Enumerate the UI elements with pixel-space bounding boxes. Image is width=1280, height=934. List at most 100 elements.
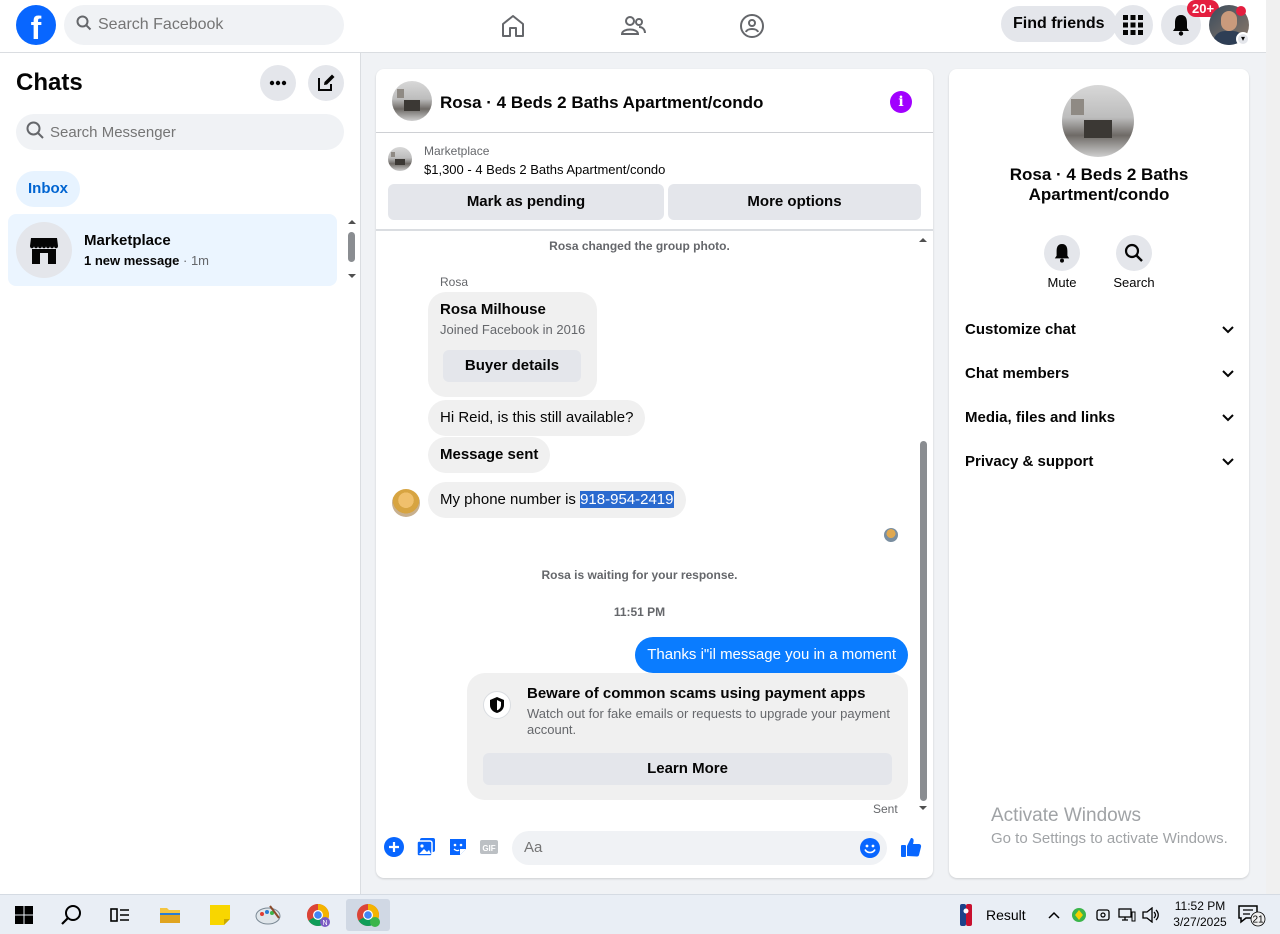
messenger-search-box[interactable] <box>16 114 344 150</box>
sticky-notes-icon[interactable] <box>200 899 240 931</box>
chrome-active-icon[interactable] <box>346 899 390 931</box>
groups-icon[interactable] <box>736 10 768 42</box>
menu-grid-button[interactable] <box>1113 5 1153 45</box>
customize-chat-section[interactable]: Customize chat <box>965 321 1235 345</box>
security-status-icon[interactable] <box>1069 899 1089 931</box>
buyer-name: Rosa Milhouse <box>440 301 546 318</box>
taskbar-clock[interactable]: 11:52 PM 3/27/2025 <box>1172 898 1228 930</box>
phone-number-selection[interactable]: 918-954-2419 <box>580 491 674 508</box>
facebook-logo[interactable]: f <box>16 5 56 45</box>
device-icon[interactable] <box>1093 899 1113 931</box>
plus-icon[interactable] <box>384 837 404 857</box>
top-navigation-bar: f Find friends 20+ ▾ <box>0 0 1266 53</box>
bell-icon <box>1054 244 1070 263</box>
incoming-message[interactable]: Message sent <box>428 437 551 473</box>
chats-options-button[interactable] <box>260 65 296 101</box>
gif-icon[interactable]: GIF <box>479 837 499 857</box>
listing-label: Marketplace <box>424 144 490 158</box>
incoming-message-phone[interactable]: My phone number is 918-954-2419 <box>428 482 686 518</box>
chevron-down-icon <box>1221 367 1235 385</box>
search-icon[interactable] <box>52 899 92 931</box>
waiting-notice: Rosa is waiting for your response. <box>541 568 738 582</box>
scam-warning-card: Beware of common scams using payment app… <box>467 673 908 800</box>
search-conversation-button[interactable] <box>1116 235 1152 271</box>
chats-title: Chats <box>16 69 83 96</box>
grid-icon <box>1123 15 1143 35</box>
mark-as-pending-button[interactable]: Mark as pending <box>388 184 664 220</box>
details-avatar[interactable] <box>1062 85 1134 157</box>
facebook-search-input[interactable] <box>98 16 318 34</box>
message-timestamp: 11:51 PM <box>613 605 666 619</box>
incoming-message[interactable]: Hi Reid, is this still available? <box>428 400 646 436</box>
chevron-down-icon <box>1221 323 1235 341</box>
messenger-search-input[interactable] <box>50 123 320 141</box>
sender-avatar[interactable] <box>392 489 420 517</box>
chevron-down-icon <box>1221 455 1235 473</box>
conversation-header: Rosa · 4 Beds 2 Baths Apartment/condo i <box>376 69 933 133</box>
more-options-button[interactable]: More options <box>668 184 921 220</box>
conversation-avatar[interactable] <box>392 81 432 121</box>
friends-icon[interactable] <box>617 10 649 42</box>
task-view-icon[interactable] <box>100 899 140 931</box>
photo-icon[interactable] <box>416 837 436 857</box>
learn-more-button[interactable]: Learn More <box>483 753 892 785</box>
info-icon[interactable]: i <box>890 91 912 113</box>
facebook-search-box[interactable] <box>64 5 344 45</box>
notification-center-icon[interactable]: 21 <box>1232 899 1272 931</box>
inbox-filter-tab[interactable]: Inbox <box>16 171 80 207</box>
home-icon[interactable] <box>497 10 529 42</box>
thumbs-up-icon[interactable] <box>899 837 923 857</box>
paint-app-icon[interactable] <box>248 899 288 931</box>
buyer-details-button[interactable]: Buyer details <box>443 350 581 382</box>
chat-list-scrollbar[interactable] <box>346 218 358 282</box>
find-friends-button[interactable]: Find friends <box>1001 6 1117 42</box>
windows-taskbar: N Result 11:52 PM 3/27/2025 21 <box>0 894 1280 934</box>
mute-button[interactable] <box>1044 235 1080 271</box>
shield-icon <box>483 691 511 719</box>
page-scrollbar[interactable] <box>1266 0 1280 894</box>
search-icon <box>76 15 92 36</box>
listing-thumbnail[interactable] <box>388 147 412 171</box>
compose-icon <box>318 74 335 91</box>
nba-icon[interactable] <box>946 899 986 931</box>
search-icon <box>1124 243 1143 262</box>
chat-name: Marketplace <box>84 232 171 249</box>
scrollbar-thumb[interactable] <box>920 441 927 801</box>
buyer-info-card: Rosa Milhouse Joined Facebook in 2016 Bu… <box>428 292 597 397</box>
bell-icon <box>1173 15 1189 36</box>
message-input[interactable] <box>524 839 844 856</box>
chevron-down-icon[interactable]: ▾ <box>1236 32 1250 46</box>
chat-preview: 1 new message · 1m <box>84 253 210 268</box>
buyer-joined: Joined Facebook in 2016 <box>440 322 586 337</box>
windows-start-icon[interactable] <box>4 899 44 931</box>
listing-price-title[interactable]: $1,300 - 4 Beds 2 Baths Apartment/condo <box>424 162 665 177</box>
sticker-icon[interactable] <box>448 837 468 857</box>
new-message-button[interactable] <box>308 65 344 101</box>
chrome-profile-icon[interactable]: N <box>298 899 338 931</box>
outgoing-message[interactable]: Thanks i"il message you in a moment <box>635 637 908 673</box>
search-icon <box>26 121 44 144</box>
volume-icon[interactable] <box>1140 899 1162 931</box>
chat-members-section[interactable]: Chat members <box>965 365 1235 389</box>
activate-windows-watermark: Activate Windows Go to Settings to activ… <box>991 805 1228 847</box>
message-input-box[interactable] <box>512 831 887 865</box>
chevron-down-icon <box>1221 411 1235 429</box>
media-files-links-section[interactable]: Media, files and links <box>965 409 1235 433</box>
svg-text:N: N <box>322 920 327 927</box>
chat-list-item-marketplace[interactable]: Marketplace 1 new message · 1m <box>8 214 337 286</box>
details-title[interactable]: Rosa · 4 Beds 2 Baths Apartment/condo <box>949 165 1249 205</box>
chat-details-panel: Rosa · 4 Beds 2 Baths Apartment/condo Mu… <box>949 69 1249 878</box>
message-composer: GIF <box>376 824 933 872</box>
emoji-icon[interactable] <box>860 838 880 863</box>
mute-label: Mute <box>1047 275 1077 290</box>
file-explorer-icon[interactable] <box>150 899 190 931</box>
marketplace-icon <box>16 222 72 278</box>
divider <box>376 229 933 231</box>
network-icon[interactable] <box>1116 899 1138 931</box>
seen-indicator-avatar <box>884 528 898 542</box>
chats-sidebar: Chats Inbox Marketplace 1 new message · … <box>0 53 361 894</box>
privacy-support-section[interactable]: Privacy & support <box>965 453 1235 477</box>
result-widget[interactable]: Result <box>986 907 1026 923</box>
chevron-up-icon[interactable] <box>1044 899 1064 931</box>
conversation-title[interactable]: Rosa · 4 Beds 2 Baths Apartment/condo <box>440 93 763 113</box>
